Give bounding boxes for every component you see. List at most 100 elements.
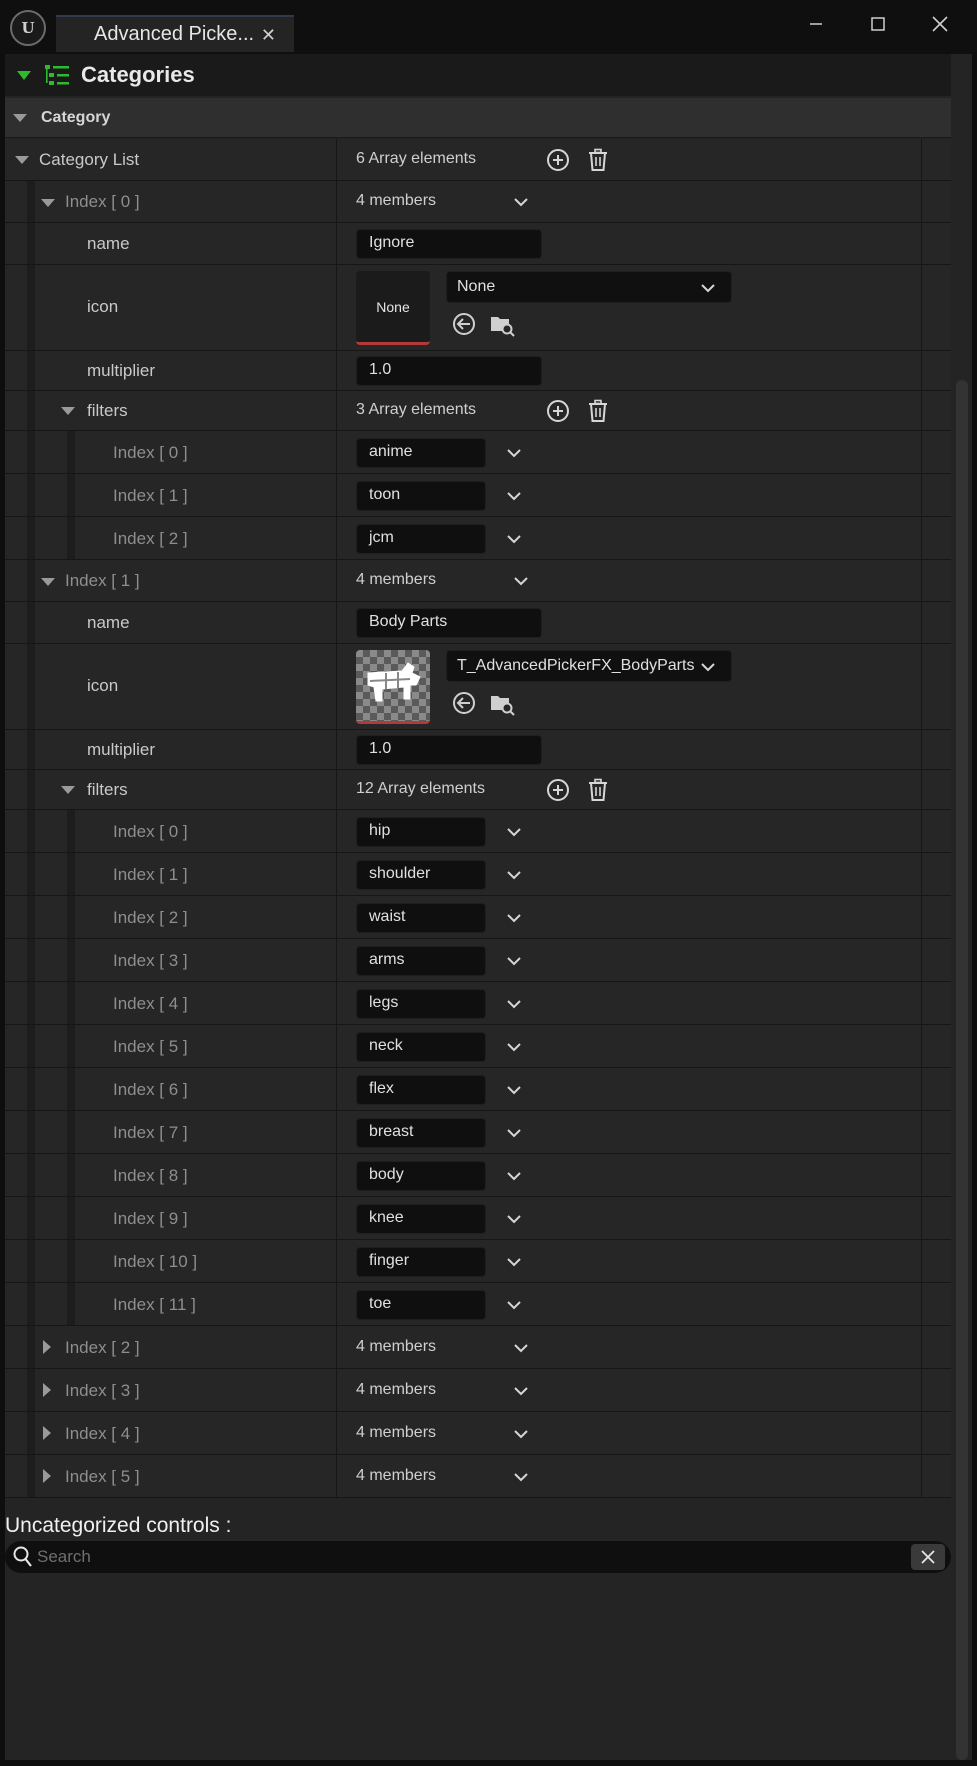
maximize-button[interactable]: [858, 10, 898, 38]
filter-value-field[interactable]: knee: [356, 1204, 486, 1234]
icon-asset-combo[interactable]: None: [446, 271, 732, 303]
filter-value-field[interactable]: toon: [356, 481, 486, 511]
chevron-down-icon[interactable]: [506, 910, 522, 926]
close-window-button[interactable]: [920, 10, 960, 38]
chevron-down-icon[interactable]: [506, 1039, 522, 1055]
filters-property-label: filters: [87, 780, 128, 799]
collapse-arrow-icon[interactable]: [61, 786, 75, 794]
indent-guide: [27, 351, 35, 390]
indent-guide: [27, 1283, 35, 1325]
scrollbar[interactable]: [956, 380, 968, 1760]
entry-index-label: Index [ 0 ]: [65, 192, 140, 211]
use-selected-arrow-icon[interactable]: [451, 311, 477, 337]
chevron-down-icon[interactable]: [513, 1340, 529, 1356]
tab-close-icon[interactable]: ✕: [261, 25, 276, 46]
minimize-button[interactable]: [796, 10, 836, 38]
add-element-icon[interactable]: [545, 147, 571, 173]
search-input[interactable]: Search: [5, 1541, 951, 1573]
add-element-icon[interactable]: [545, 777, 571, 803]
icon-property-label: icon: [87, 676, 119, 695]
tab-advanced-picker[interactable]: Advanced Picke... ✕: [56, 15, 294, 52]
indent-guide: [27, 1412, 35, 1454]
collapse-arrow-icon[interactable]: [13, 113, 27, 122]
expand-arrow-icon[interactable]: [43, 1383, 51, 1397]
collapse-arrow-icon[interactable]: [61, 407, 75, 415]
filter-value-field[interactable]: arms: [356, 946, 486, 976]
collapse-arrow-icon[interactable]: [41, 578, 55, 586]
trash-icon[interactable]: [585, 398, 611, 424]
browse-folder-icon[interactable]: [489, 690, 515, 716]
multiplier-field[interactable]: 1.0: [356, 735, 542, 765]
filters-property-row: filters 3 Array elements: [5, 391, 951, 431]
indent-guide: [27, 181, 35, 222]
row-end-cap: [921, 810, 951, 852]
chevron-down-icon[interactable]: [506, 1297, 522, 1313]
filter-value-field[interactable]: shoulder: [356, 860, 486, 890]
indent-guide: [27, 644, 35, 729]
name-column: [5, 223, 337, 264]
chevron-down-icon[interactable]: [513, 573, 529, 589]
chevron-down-icon[interactable]: [513, 194, 529, 210]
chevron-down-icon[interactable]: [700, 280, 716, 296]
add-element-icon[interactable]: [545, 398, 571, 424]
filter-value-field[interactable]: legs: [356, 989, 486, 1019]
filter-value-field[interactable]: flex: [356, 1075, 486, 1105]
expand-arrow-icon[interactable]: [43, 1426, 51, 1440]
name-field[interactable]: Ignore: [356, 229, 542, 259]
browse-folder-icon[interactable]: [489, 311, 515, 337]
filter-value-field[interactable]: hip: [356, 817, 486, 847]
icon-asset-combo[interactable]: T_AdvancedPickerFX_BodyParts: [446, 650, 732, 682]
indent-guide: [27, 1025, 35, 1067]
chevron-down-icon[interactable]: [506, 445, 522, 461]
collapse-arrow-icon[interactable]: [15, 156, 29, 164]
icon-thumbnail[interactable]: [356, 650, 430, 724]
row-end-cap: [921, 1111, 951, 1153]
trash-icon[interactable]: [585, 777, 611, 803]
chevron-down-icon[interactable]: [506, 867, 522, 883]
array-entry-row: Index [ 1 ] 4 members: [5, 560, 951, 602]
filter-value-field[interactable]: jcm: [356, 524, 486, 554]
chevron-down-icon[interactable]: [513, 1426, 529, 1442]
clear-search-button[interactable]: [911, 1544, 945, 1570]
filter-value-field[interactable]: toe: [356, 1290, 486, 1320]
expand-arrow-icon[interactable]: [43, 1340, 51, 1354]
filter-value-field[interactable]: anime: [356, 438, 486, 468]
use-selected-arrow-icon[interactable]: [451, 690, 477, 716]
trash-icon[interactable]: [585, 147, 611, 173]
filter-value-field[interactable]: body: [356, 1161, 486, 1191]
chevron-down-icon[interactable]: [506, 996, 522, 1012]
chevron-down-icon[interactable]: [506, 1082, 522, 1098]
name-field[interactable]: Body Parts: [356, 608, 542, 638]
chevron-down-icon[interactable]: [513, 1383, 529, 1399]
chevron-down-icon[interactable]: [506, 953, 522, 969]
chevron-down-icon[interactable]: [506, 824, 522, 840]
chevron-down-icon[interactable]: [506, 531, 522, 547]
chevron-down-icon[interactable]: [506, 1254, 522, 1270]
chevron-down-icon[interactable]: [700, 659, 716, 675]
chevron-down-icon[interactable]: [506, 1168, 522, 1184]
unreal-logo-icon[interactable]: U: [10, 10, 46, 46]
filter-value-field[interactable]: neck: [356, 1032, 486, 1062]
icon-property-label: icon: [87, 297, 119, 316]
chevron-down-icon[interactable]: [506, 1125, 522, 1141]
collapse-arrow-icon[interactable]: [17, 70, 31, 80]
multiplier-field[interactable]: 1.0: [356, 356, 542, 386]
chevron-down-icon[interactable]: [506, 488, 522, 504]
collapse-arrow-icon[interactable]: [41, 199, 55, 207]
details-title: Categories: [81, 62, 195, 87]
expand-arrow-icon[interactable]: [43, 1469, 51, 1483]
details-header: Categories: [5, 54, 951, 96]
row-end-cap: [921, 351, 951, 390]
icon-thumbnail[interactable]: None: [356, 271, 430, 345]
chevron-down-icon[interactable]: [506, 1211, 522, 1227]
row-end-cap: [921, 1025, 951, 1067]
filter-value-field[interactable]: waist: [356, 903, 486, 933]
filter-value-field[interactable]: breast: [356, 1118, 486, 1148]
multiplier-property-row: multiplier 1.0: [5, 730, 951, 770]
chevron-down-icon[interactable]: [513, 1469, 529, 1485]
filter-value-field[interactable]: finger: [356, 1247, 486, 1277]
indent-guide: [27, 853, 35, 895]
name-column: [5, 351, 337, 390]
category-section-header[interactable]: Category: [5, 98, 951, 138]
row-end-cap: [921, 265, 951, 350]
